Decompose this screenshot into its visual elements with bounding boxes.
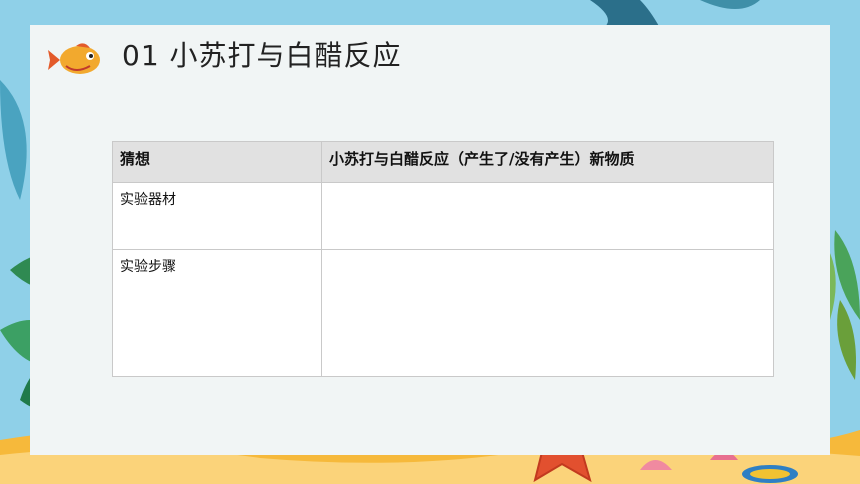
table-header-row: 猜想 小苏打与白醋反应（产生了/没有产生）新物质 [112, 141, 774, 183]
experiment-table: 猜想 小苏打与白醋反应（产生了/没有产生）新物质 实验器材 实验步骤 [112, 141, 774, 377]
page-title: 01 小苏打与白醋反应 [122, 39, 402, 72]
row-value-steps[interactable] [321, 249, 774, 377]
row-label-steps: 实验步骤 [112, 249, 322, 377]
table-row: 实验器材 [112, 182, 774, 250]
flip-flop-icon [742, 465, 798, 483]
row-value-equipment[interactable] [321, 182, 774, 250]
table-row: 实验步骤 [112, 249, 774, 377]
fish-icon [48, 43, 100, 74]
header-reaction: 小苏打与白醋反应（产生了/没有产生）新物质 [321, 141, 774, 183]
header-hypothesis: 猜想 [112, 141, 322, 183]
row-label-equipment: 实验器材 [112, 182, 322, 250]
